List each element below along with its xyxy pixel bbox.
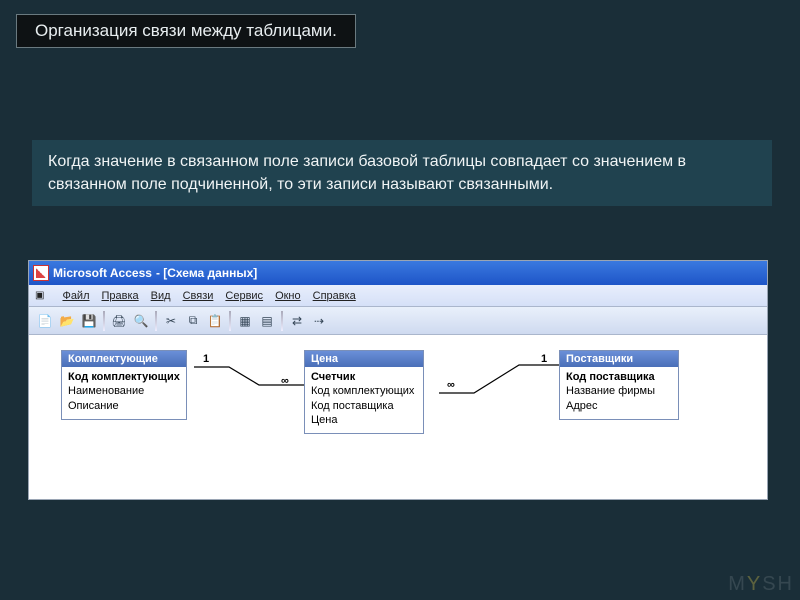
cut-icon[interactable]: ✂ (161, 311, 181, 331)
new-icon[interactable]: 📄 (35, 311, 55, 331)
titlebar: Microsoft Access - [Схема данных] (29, 261, 767, 285)
table-tsena[interactable]: Цена Счетчик Код комплектующих Код поста… (304, 350, 424, 434)
field-key[interactable]: Счетчик (311, 370, 417, 384)
menu-view[interactable]: Вид (151, 290, 171, 302)
menu-window[interactable]: Окно (275, 290, 301, 302)
access-app-icon (33, 265, 49, 281)
menu-relations[interactable]: Связи (183, 290, 214, 302)
cardinality-many: ∞ (447, 379, 455, 391)
menu-help[interactable]: Справка (313, 290, 356, 302)
watermark: MYSH (728, 573, 794, 596)
table-komplektuyushchie[interactable]: Комплектующие Код комплектующих Наименов… (61, 350, 187, 420)
field-key[interactable]: Код поставщика (566, 370, 672, 384)
table-header: Цена (305, 351, 423, 367)
slide-text: Когда значение в связанном поле записи б… (32, 140, 772, 206)
save-icon[interactable]: 💾 (79, 311, 99, 331)
field-key[interactable]: Код комплектующих (68, 370, 180, 384)
field[interactable]: Наименование (68, 384, 180, 398)
toolbar-separator (155, 311, 157, 331)
toolbar-separator (103, 311, 105, 331)
menu-file[interactable]: Файл (62, 290, 89, 302)
show-all-icon[interactable]: ▤ (257, 311, 277, 331)
open-icon[interactable]: 📂 (57, 311, 77, 331)
menu-edit[interactable]: Правка (102, 290, 139, 302)
field[interactable]: Код поставщика (311, 399, 417, 413)
titlebar-doc: - [Схема данных] (156, 266, 257, 280)
field[interactable]: Название фирмы (566, 384, 672, 398)
add-table-icon[interactable]: ▦ (235, 311, 255, 331)
show-direct-icon[interactable]: ⇢ (309, 311, 329, 331)
menubar: ▣ Файл Правка Вид Связи Сервис Окно Спра… (29, 285, 767, 307)
field[interactable]: Описание (68, 399, 180, 413)
toolbar-separator (229, 311, 231, 331)
preview-icon[interactable]: 🔍 (131, 311, 151, 331)
document-menu-icon[interactable]: ▣ (35, 290, 50, 301)
cardinality-many: ∞ (281, 375, 289, 387)
table-postavshchiki[interactable]: Поставщики Код поставщика Название фирмы… (559, 350, 679, 420)
field[interactable]: Адрес (566, 399, 672, 413)
cardinality-one: 1 (541, 353, 547, 365)
field[interactable]: Цена (311, 413, 417, 427)
slide-title: Организация связи между таблицами. (16, 14, 356, 48)
relationships-icon[interactable]: ⇄ (287, 311, 307, 331)
cardinality-one: 1 (203, 353, 209, 365)
access-window: Microsoft Access - [Схема данных] ▣ Файл… (28, 260, 768, 500)
table-header: Комплектующие (62, 351, 186, 367)
toolbar-separator (281, 311, 283, 331)
toolbar: 📄 📂 💾 🖨 🔍 ✂ ⧉ 📋 ▦ ▤ ⇄ ⇢ (29, 307, 767, 335)
schema-canvas[interactable]: Комплектующие Код комплектующих Наименов… (29, 335, 767, 499)
titlebar-app: Microsoft Access (53, 266, 152, 280)
print-icon[interactable]: 🖨 (109, 311, 129, 331)
field[interactable]: Код комплектующих (311, 384, 417, 398)
copy-icon[interactable]: ⧉ (183, 311, 203, 331)
menu-tools[interactable]: Сервис (225, 290, 263, 302)
paste-icon[interactable]: 📋 (205, 311, 225, 331)
table-header: Поставщики (560, 351, 678, 367)
